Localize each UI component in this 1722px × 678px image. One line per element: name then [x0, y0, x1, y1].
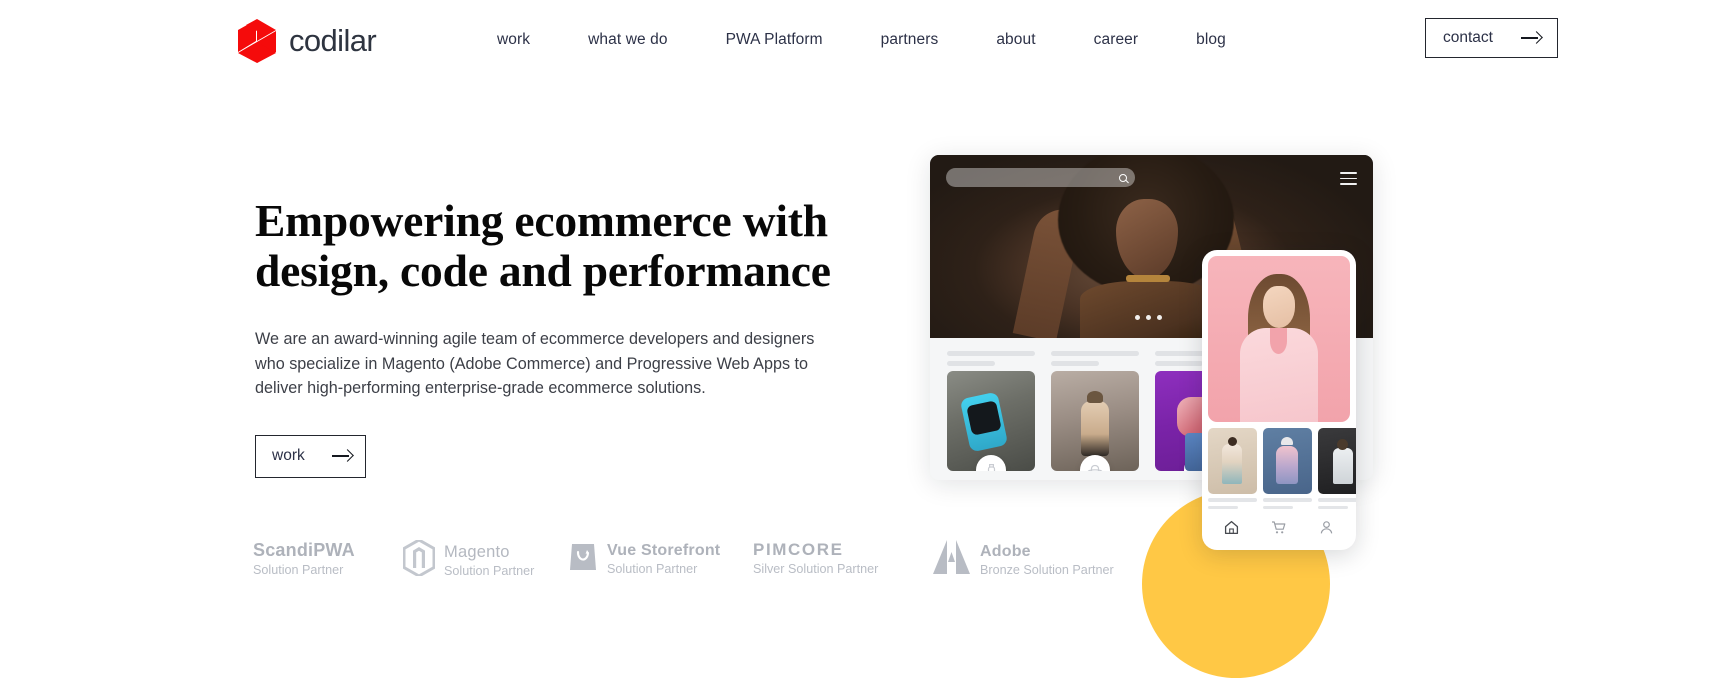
product-image: [1318, 428, 1356, 494]
hat-icon[interactable]: [1080, 455, 1110, 471]
magento-icon: [402, 538, 436, 581]
user-icon[interactable]: [1319, 520, 1334, 535]
contact-button[interactable]: contact: [1425, 18, 1558, 58]
carousel-dots[interactable]: [1135, 315, 1162, 320]
home-icon[interactable]: [1224, 520, 1239, 535]
main-navigation: work what we do PWA Platform partners ab…: [497, 31, 1226, 49]
skeleton-line: [1208, 498, 1257, 502]
page-title: Empowering ecommerce with design, code a…: [255, 195, 831, 296]
partner-pimcore: PIMCORE Silver Solution Partner: [753, 540, 933, 576]
hero-content: Empowering ecommerce with design, code a…: [255, 196, 855, 478]
watch-icon[interactable]: [976, 455, 1006, 471]
mobile-mockup: [1202, 250, 1356, 550]
nav-item-pwa-platform[interactable]: PWA Platform: [726, 31, 823, 49]
contact-button-label: contact: [1443, 29, 1493, 46]
mobile-product-card[interactable]: [1263, 428, 1312, 509]
product-card-list: [947, 351, 1243, 471]
arrow-right-icon: [332, 450, 352, 462]
vue-storefront-icon: [568, 540, 598, 577]
model-face: [1263, 286, 1295, 328]
work-cta-button[interactable]: work: [255, 434, 366, 478]
product-card[interactable]: [947, 351, 1035, 471]
product-image: [1208, 428, 1257, 494]
partner-tier: Solution Partner: [444, 564, 535, 578]
partner-tier: Solution Partner: [253, 563, 344, 577]
site-header: codilar work what we do PWA Platform par…: [0, 0, 1722, 86]
mobile-hero-image: [1208, 256, 1350, 422]
landing-page: codilar work what we do PWA Platform par…: [0, 0, 1722, 678]
nav-item-work[interactable]: work: [497, 31, 530, 49]
skeleton-line: [1318, 498, 1356, 502]
search-icon: [1119, 173, 1127, 182]
brand-name: codilar: [289, 23, 377, 58]
hero-mockup: [920, 140, 1420, 678]
product-image: [947, 371, 1035, 471]
partner-name: Vue Storefront: [607, 541, 721, 559]
mobile-product-card[interactable]: [1208, 428, 1257, 509]
partner-name: Magento: [444, 543, 510, 561]
partner-vue-storefront: Vue Storefront Solution Partner: [568, 540, 753, 577]
work-cta-label: work: [272, 447, 305, 464]
product-image: [1263, 428, 1312, 494]
skeleton-line: [1263, 505, 1294, 509]
mobile-product-card[interactable]: [1318, 428, 1356, 509]
partner-tier: Solution Partner: [607, 561, 698, 576]
codilar-cube-logo-icon: [236, 18, 278, 64]
hamburger-menu-icon[interactable]: [1340, 172, 1357, 186]
skeleton-line: [1208, 505, 1239, 509]
partner-magento: Magento Solution Partner: [402, 538, 568, 581]
arrow-right-icon: [1521, 32, 1541, 44]
skeleton-line: [947, 361, 996, 366]
hero-description: We are an award-winning agile team of ec…: [255, 330, 815, 397]
model-torso: [1080, 281, 1220, 338]
mobile-bottom-nav: [1208, 512, 1350, 542]
skeleton-line: [1318, 505, 1349, 509]
model-collar: [1270, 328, 1287, 354]
nav-item-blog[interactable]: blog: [1196, 31, 1226, 49]
mobile-product-list: [1208, 428, 1356, 509]
partner-tier: Silver Solution Partner: [753, 562, 879, 576]
model-choker: [1126, 275, 1170, 282]
nav-item-what-we-do[interactable]: what we do: [588, 31, 667, 49]
partner-name: ScandiPWA: [253, 540, 355, 560]
skeleton-line: [1155, 361, 1204, 366]
skeleton-line: [1263, 498, 1312, 502]
search-input[interactable]: [946, 168, 1135, 187]
brand-logo[interactable]: codilar: [236, 18, 377, 64]
nav-item-career[interactable]: career: [1094, 31, 1139, 49]
skeleton-line: [1051, 361, 1100, 366]
product-image: [1051, 371, 1139, 471]
nav-item-partners[interactable]: partners: [881, 31, 939, 49]
nav-item-about[interactable]: about: [996, 31, 1035, 49]
product-card[interactable]: [1051, 351, 1139, 471]
cart-icon[interactable]: [1271, 520, 1286, 535]
partner-scandipwa: ScandiPWA Solution Partner: [253, 540, 403, 577]
skeleton-line: [1051, 351, 1139, 356]
partner-name: PIMCORE: [753, 540, 844, 559]
skeleton-line: [947, 351, 1035, 356]
